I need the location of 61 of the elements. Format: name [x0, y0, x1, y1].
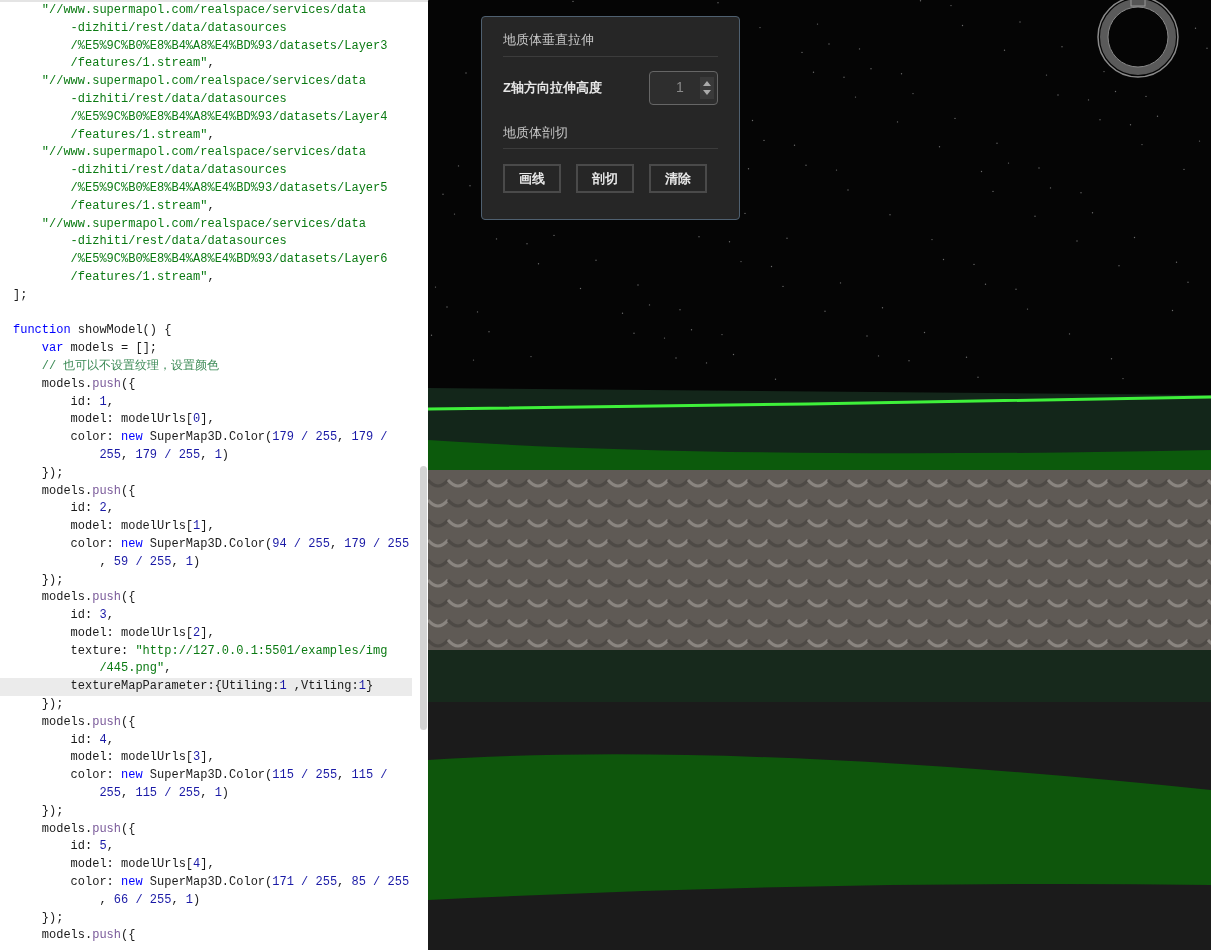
section-title: 地质体垂直拉伸 — [503, 30, 718, 57]
code-line: -dizhiti/rest/data/datasources — [69, 233, 288, 251]
code-line: -dizhiti/rest/data/datasources — [69, 91, 288, 108]
code-line: -dizhiti/rest/data/datasources — [69, 162, 288, 180]
code-line: 255, 115 / 255, 1) — [98, 785, 231, 803]
code-line: }); — [40, 464, 65, 482]
scrollbar[interactable] — [420, 466, 427, 730]
code-line: id: 1, — [69, 393, 115, 411]
code-line: model: modelUrls[4], — [69, 856, 216, 874]
code-line: "//www.supermapol.com/realspace/services/data — [40, 215, 367, 233]
code-line: // 也可以不设置纹理，设置颜色 — [40, 357, 221, 375]
code-line: /%E5%9C%B0%E8%B4%A8%E4%BD%93/datasets/Layer6 — [69, 251, 389, 269]
code-line: color: new SuperMap3D.Color(115 / 255, 115 / — [69, 767, 389, 785]
field-label: Z轴方向拉伸高度 — [503, 78, 602, 97]
code-line: model: modelUrls[2], — [69, 624, 216, 642]
code-line: /features/1.stream", — [69, 126, 216, 144]
code-line: models.push({ — [40, 589, 137, 607]
code-line: 255, 179 / 255, 1) — [98, 446, 231, 464]
code-line: id: 2, — [69, 500, 115, 518]
action-button[interactable]: 剖切 — [576, 164, 634, 193]
number-input[interactable]: 1 — [649, 70, 718, 105]
code-line: models.push({ — [40, 482, 137, 500]
code-line: model: modelUrls[1], — [69, 518, 216, 536]
code-line: color: new SuperMap3D.Color(94 / 255, 179 / 255 — [69, 535, 411, 553]
spinner-icon[interactable] — [700, 76, 714, 99]
code-line: "//www.supermapol.com/realspace/services/data — [40, 144, 367, 162]
code-line: id: 3, — [69, 607, 115, 625]
code-line: /%E5%9C%B0%E8%B4%A8%E4%BD%93/datasets/Layer4 — [69, 108, 389, 126]
code-line: , 59 / 255, 1) — [98, 553, 202, 571]
code-line: id: 5, — [69, 838, 115, 856]
code-line: models.push({ — [40, 927, 137, 945]
code-line: /%E5%9C%B0%E8%B4%A8%E4%BD%93/datasets/Layer5 — [69, 179, 389, 197]
code-line: model: modelUrls[3], — [69, 749, 216, 767]
section-title: 地质体剖切 — [503, 122, 718, 149]
code-line: "//www.supermapol.com/realspace/services/data — [40, 2, 367, 19]
code-line: color: new SuperMap3D.Color(171 / 255, 85 / 255 — [69, 874, 411, 892]
code-line: "//www.supermapol.com/realspace/services/data — [40, 73, 367, 91]
code-line: /445.png", — [98, 660, 173, 678]
code-line: -dizhiti/rest/data/datasources — [69, 19, 288, 37]
code-line: /features/1.stream", — [69, 55, 216, 73]
code-line: , 66 / 255, 1) — [98, 891, 202, 909]
code-line: ]; — [12, 286, 29, 304]
code-line: }); — [40, 696, 65, 714]
code-line: /features/1.stream", — [69, 268, 216, 286]
code-line: model: modelUrls[0], — [69, 411, 216, 429]
code-line: }); — [40, 909, 65, 927]
code-line: /features/1.stream", — [69, 197, 216, 215]
code-line: var models = []; — [40, 340, 159, 358]
code-line: function showModel() { — [12, 322, 173, 340]
code-line: color: new SuperMap3D.Color(179 / 255, 179 / — [69, 429, 389, 447]
code-line: models.push({ — [40, 820, 137, 838]
code-line: models.push({ — [40, 713, 137, 731]
code-line: id: 4, — [69, 731, 115, 749]
code-line: texture: "http://127.0.0.1:5501/examples/img — [69, 642, 389, 660]
code-line: }); — [40, 802, 65, 820]
compass-icon[interactable] — [1095, 0, 1181, 80]
action-button[interactable]: 清除 — [649, 164, 707, 193]
code-line: /%E5%9C%B0%E8%B4%A8%E4%BD%93/datasets/Layer3 — [69, 37, 389, 55]
code-line: }); — [40, 571, 65, 589]
action-button[interactable]: 画线 — [503, 164, 561, 193]
code-line: models.push({ — [40, 375, 137, 393]
